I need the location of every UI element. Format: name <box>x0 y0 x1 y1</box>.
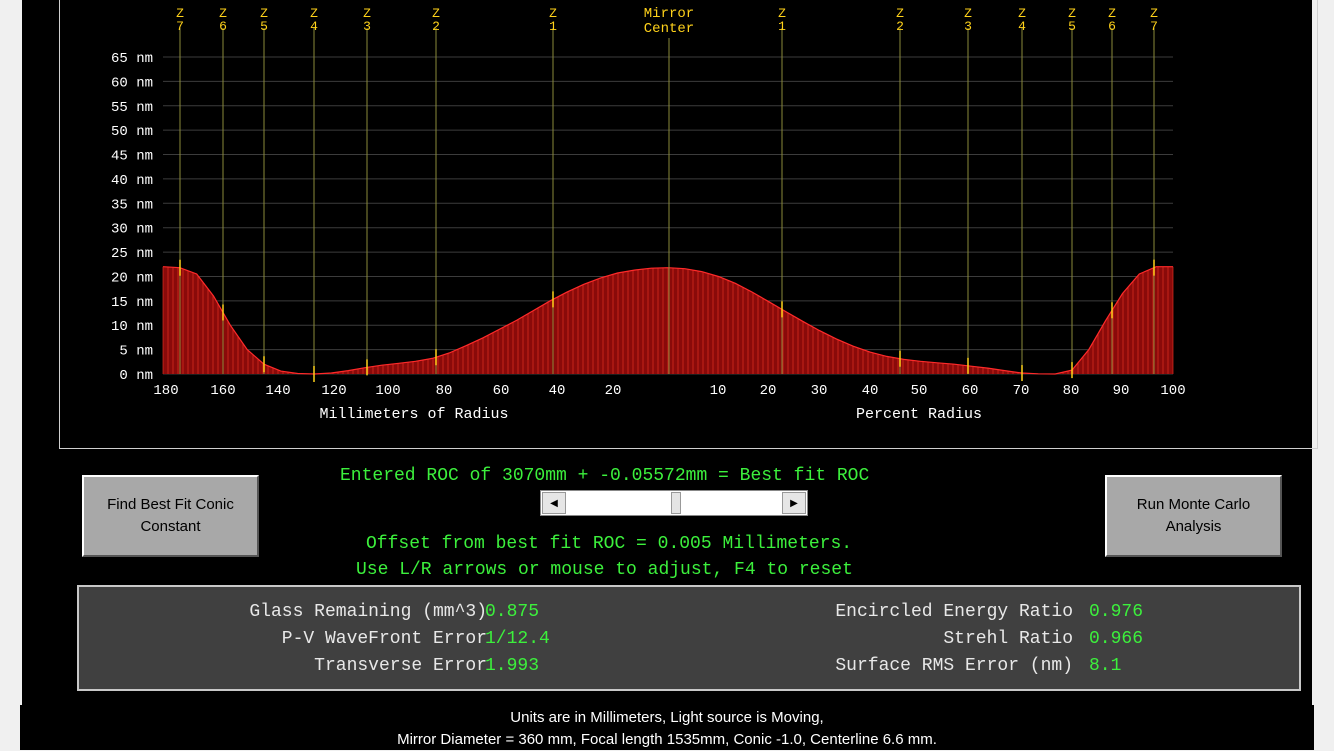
x-tick-mm: 40 <box>549 383 566 399</box>
x-axis-label-mm: Millimeters of Radius <box>319 406 508 423</box>
x-axis-label-percent: Percent Radius <box>856 406 982 423</box>
encircled-energy-label: Encircled Energy Ratio <box>835 602 1073 622</box>
y-tick-label: 40 nm <box>111 173 153 189</box>
x-tick-percent: 30 <box>811 383 828 399</box>
y-tick-label: 15 nm <box>111 295 153 311</box>
zone-label-number: 3 <box>964 19 972 34</box>
x-tick-mm: 100 <box>375 383 400 399</box>
x-tick-percent: 10 <box>710 383 727 399</box>
offset-text: Offset from best fit ROC = 0.005 Millime… <box>366 534 853 554</box>
strehl-ratio-value: 0.966 <box>1089 629 1144 649</box>
zone-label-number: 4 <box>310 19 318 34</box>
footer-line-2: Mirror Diameter = 360 mm, Focal length 1… <box>397 731 937 748</box>
y-tick-label: 5 nm <box>119 344 153 360</box>
scroll-right-arrow-icon[interactable]: ▶ <box>782 492 806 514</box>
x-tick-mm: 160 <box>210 383 235 399</box>
scroll-left-arrow-icon[interactable]: ◀ <box>542 492 566 514</box>
encircled-energy-value: 0.976 <box>1089 602 1144 622</box>
y-tick-label: 60 nm <box>111 75 153 91</box>
surface-rms-value: 8.1 <box>1089 656 1122 676</box>
footer-info: Units are in Millimeters, Light source i… <box>20 705 1314 750</box>
x-tick-mm: 60 <box>493 383 510 399</box>
footer-line-1: Units are in Millimeters, Light source i… <box>510 709 824 726</box>
scroll-thumb[interactable] <box>671 492 681 514</box>
zone-label-number: 7 <box>1150 19 1158 34</box>
zone-label-number: 2 <box>432 19 440 34</box>
x-tick-mm: 120 <box>321 383 346 399</box>
center-label-2: Center <box>644 21 694 37</box>
y-tick-label: 35 nm <box>111 197 153 213</box>
center-label-1: Mirror <box>644 6 694 22</box>
find-best-fit-conic-button[interactable]: Find Best Fit Conic Constant <box>82 475 259 557</box>
conic-button-label-2: Constant <box>140 518 201 535</box>
transverse-error-label: Transverse Error <box>314 656 487 676</box>
x-tick-percent: 70 <box>1013 383 1030 399</box>
x-tick-mm: 180 <box>153 383 178 399</box>
zone-label-number: 6 <box>219 19 227 34</box>
x-tick-mm: 20 <box>605 383 622 399</box>
wavefront-chart: 65 nm60 nm55 nm50 nm45 nm40 nm35 nm30 nm… <box>111 6 1186 423</box>
zone-label-number: 2 <box>896 19 904 34</box>
zone-label-number: 4 <box>1018 19 1026 34</box>
y-tick-label: 55 nm <box>111 100 153 116</box>
app-window: 65 nm 60 nm 55 nm 50 nm 45 nm 40 nm 35 nm 30 nm… <box>22 0 1318 705</box>
zone-label-number: 7 <box>176 19 184 34</box>
y-tick-label: 45 nm <box>111 149 153 165</box>
x-tick-percent: 80 <box>1063 383 1080 399</box>
x-tick-percent: 20 <box>760 383 777 399</box>
zone-label-number: 1 <box>549 19 557 34</box>
conic-button-label-1: Find Best Fit Conic <box>107 496 234 513</box>
y-tick-label: 25 nm <box>111 246 153 262</box>
y-tick-label: 0 nm <box>119 368 153 384</box>
surface-rms-label: Surface RMS Error (nm) <box>835 656 1073 676</box>
stats-panel: Glass Remaining (mm^3) 0.875 P-V WaveFro… <box>77 585 1301 691</box>
y-tick-label: 30 nm <box>111 222 153 238</box>
monte-button-label-2: Analysis <box>1165 518 1222 535</box>
pv-wavefront-label: P-V WaveFront Error <box>281 629 487 649</box>
zone-label-number: 5 <box>1068 19 1076 34</box>
plot-frame: 65 nm 60 nm 55 nm 50 nm 45 nm 40 nm 35 nm 30 nm… <box>59 0 1318 449</box>
pv-wavefront-value: 1/12.4 <box>485 629 550 649</box>
y-tick-label: 20 nm <box>111 270 153 286</box>
glass-remaining-value: 0.875 <box>485 602 540 622</box>
x-tick-percent: 40 <box>862 383 879 399</box>
zone-label-number: 1 <box>778 19 786 34</box>
zone-label-number: 5 <box>260 19 268 34</box>
glass-remaining-label: Glass Remaining (mm^3) <box>249 602 487 622</box>
transverse-error-value: 1.993 <box>485 656 540 676</box>
y-tick-label: 10 nm <box>111 319 153 335</box>
y-tick-label: 65 nm <box>111 51 153 67</box>
x-tick-mm: 140 <box>265 383 290 399</box>
roc-text: Entered ROC of 3070mm + -0.05572mm = Bes… <box>340 466 870 486</box>
x-tick-percent: 100 <box>1160 383 1185 399</box>
zone-label-number: 3 <box>363 19 371 34</box>
monte-button-label-1: Run Monte Carlo <box>1136 496 1251 513</box>
x-tick-percent: 50 <box>911 383 928 399</box>
strehl-ratio-label: Strehl Ratio <box>943 629 1073 649</box>
x-tick-percent: 90 <box>1113 383 1130 399</box>
y-tick-label: 50 nm <box>111 124 153 140</box>
x-tick-mm: 80 <box>436 383 453 399</box>
zone-label-number: 6 <box>1108 19 1116 34</box>
x-tick-percent: 60 <box>962 383 979 399</box>
roc-scrollbar[interactable]: ◀ ▶ <box>540 490 808 516</box>
run-monte-carlo-button[interactable]: Run Monte Carlo Analysis <box>1105 475 1282 557</box>
adjust-instruction-text: Use L/R arrows or mouse to adjust, F4 to… <box>356 560 853 580</box>
